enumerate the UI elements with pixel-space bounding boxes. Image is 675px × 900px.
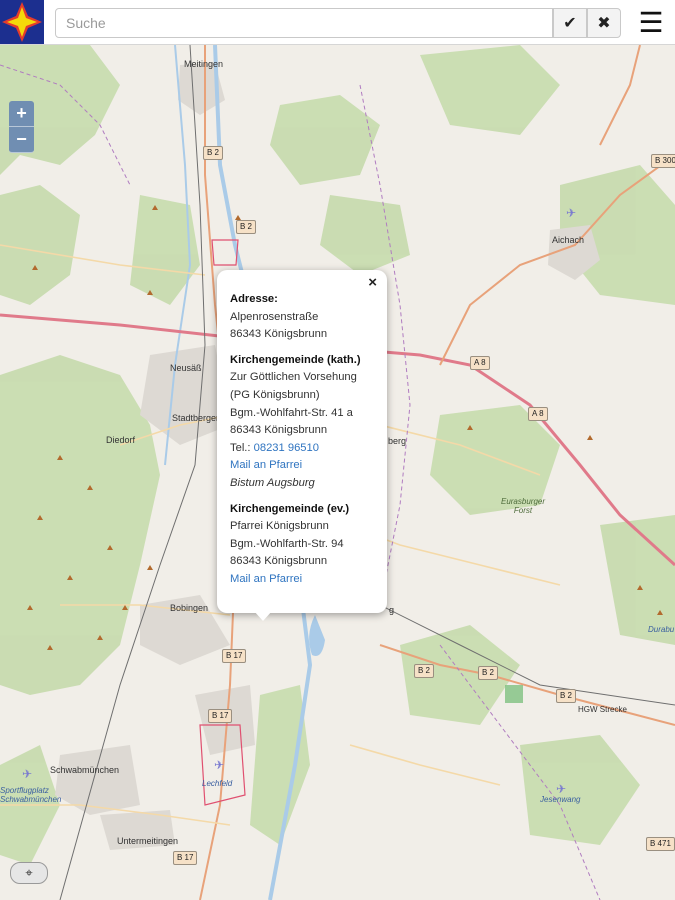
hamburger-menu-icon: ☰ [638, 7, 664, 38]
search-confirm-button[interactable]: ✔ [553, 8, 587, 38]
road-shield: B 17 [173, 851, 198, 865]
place-label-lechfeld: Lechfeld [202, 779, 233, 788]
zoom-in-button[interactable]: + [9, 101, 34, 127]
road-shield: B 2 [236, 220, 257, 234]
road-shield: B 17 [222, 649, 247, 663]
address-city: 86343 Königsbrunn [230, 328, 328, 341]
place-label-sportflugplatz: Sportflugplatz [0, 786, 49, 795]
place-label-neusaess: Neusäß [170, 363, 202, 373]
kath-heading: Kirchengemeinde (kath.) [230, 353, 361, 366]
road-shield: A 8 [470, 356, 490, 370]
ev-city: 86343 Königsbrunn [230, 555, 328, 568]
road-shield: A 8 [528, 407, 548, 421]
place-label-jesenwang: Jesenwang [540, 795, 581, 804]
road-shield: B 2 [478, 666, 499, 680]
road-shield: B 2 [556, 689, 577, 703]
locate-button[interactable]: ⌖ [10, 862, 48, 884]
place-label-untermeitingen: Untermeitingen [117, 836, 179, 846]
kath-city: 86343 Königsbrunn [230, 424, 328, 437]
ev-heading: Kirchengemeinde (ev.) [230, 502, 350, 515]
road-shield: B 471 [646, 837, 675, 851]
ev-mail-link[interactable]: Mail an Pfarrei [230, 573, 302, 585]
place-label-diedorf: Diedorf [106, 435, 136, 445]
kath-mail-link[interactable]: Mail an Pfarrei [230, 459, 302, 471]
place-label-aichach: Aichach [552, 235, 585, 245]
svg-text:✈: ✈ [566, 206, 576, 220]
popup-tip [254, 611, 272, 621]
place-label-bobingen: Bobingen [170, 603, 209, 613]
svg-text:✈: ✈ [214, 758, 224, 772]
ev-name: Pfarrei Königsbrunn [230, 520, 329, 533]
close-icon: ✖ [597, 15, 611, 32]
ev-street: Bgm.-Wohlfarth-Str. 94 [230, 537, 344, 550]
top-bar: ✔ ✖ ☰ [0, 0, 675, 45]
place-label-hgw-strecke: HGW Strecke [578, 705, 627, 714]
address-street: Alpenrosenstraße [230, 310, 319, 323]
svg-text:✈: ✈ [22, 767, 32, 781]
parish-info-popup: × Adresse: Alpenrosenstraße 86343 Königs… [217, 270, 387, 613]
kath-pg: (PG Königsbrunn) [230, 388, 320, 401]
place-label-stadtbergen: Stadtbergen [172, 413, 222, 423]
crosshair-icon: ⌖ [25, 865, 33, 880]
kath-name: Zur Göttlichen Vorsehung [230, 371, 357, 384]
place-label-sportflugplatz-sub: Schwabmünchen [0, 795, 62, 804]
kath-diocese: Bistum Augsburg [230, 476, 315, 489]
svg-text:✈: ✈ [556, 782, 566, 796]
checkmark-icon: ✔ [563, 15, 577, 32]
road-shield: B 2 [203, 146, 224, 160]
road-shield: B 2 [414, 664, 435, 678]
kath-phone-link[interactable]: 08231 96510 [254, 442, 319, 454]
popup-close-button[interactable]: × [368, 274, 377, 292]
kath-tel-label: Tel.: [230, 441, 251, 454]
place-label-partial-g: g [389, 605, 395, 615]
search-input[interactable] [55, 8, 553, 38]
search-clear-button[interactable]: ✖ [587, 8, 621, 38]
kath-street: Bgm.-Wohlfahrt-Str. 41 a [230, 406, 353, 419]
road-shield: B 17 [208, 709, 233, 723]
place-label-partial-berg: berg [388, 436, 407, 446]
address-heading: Adresse: [230, 293, 278, 305]
compass-star-logo-icon[interactable] [0, 0, 44, 44]
place-label-forest: Eurasburger Forst [500, 497, 546, 515]
hamburger-menu-button[interactable]: ☰ [636, 9, 666, 37]
zoom-control: + − [9, 101, 34, 153]
road-shield: B 300 [651, 154, 675, 168]
place-label-meitingen: Meitingen [184, 59, 224, 69]
place-label-durabu: Durabu [648, 625, 675, 634]
place-label-schwabmuenchen: Schwabmünchen [50, 765, 120, 775]
zoom-out-button[interactable]: − [9, 127, 34, 153]
kath-phone-row: Tel.: 08231 96510 [230, 440, 377, 458]
